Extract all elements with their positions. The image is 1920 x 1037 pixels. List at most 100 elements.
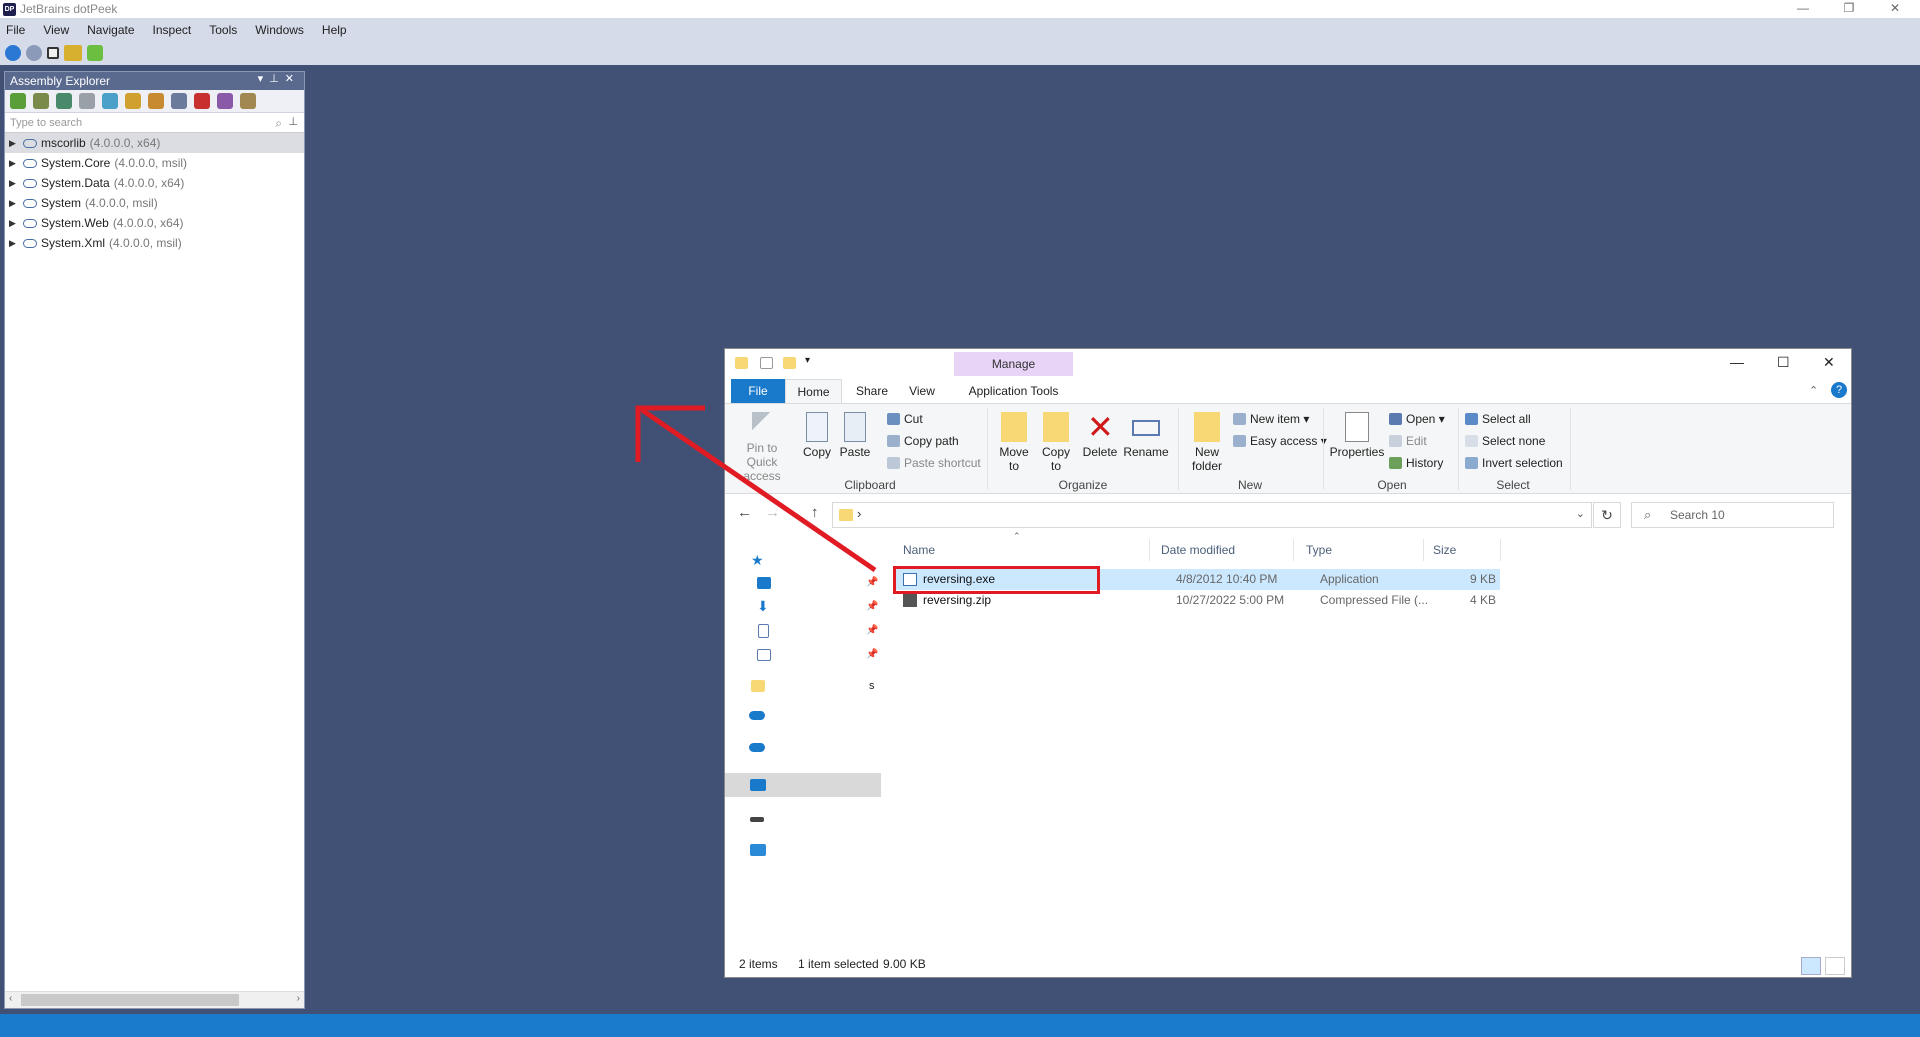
select-none-button[interactable]: Select none [1465,434,1545,448]
select-all-button[interactable]: Select all [1465,412,1531,426]
breadcrumb-chevron-icon[interactable]: › [857,506,861,521]
restore-icon[interactable]: ❐ [1826,0,1872,18]
folder-icon[interactable] [751,680,765,692]
onedrive-icon[interactable] [749,743,765,752]
pin-quick-access-button[interactable]: Pin to Quick access [731,412,793,483]
menu-view[interactable]: View [43,23,69,37]
this-pc-icon[interactable] [750,779,766,791]
column-separator[interactable] [1423,539,1424,561]
column-type[interactable]: Type [1306,543,1332,557]
tab-file[interactable]: File [731,379,785,403]
pictures-icon[interactable] [757,649,771,661]
help-icon[interactable]: ? [1831,382,1847,398]
pdb-icon[interactable] [217,93,233,109]
details-view-icon[interactable] [1801,957,1821,975]
drive-icon[interactable] [750,817,764,822]
explorer-minimize-icon[interactable]: — [1730,354,1744,370]
settings-icon[interactable] [240,93,256,109]
onedrive-icon[interactable] [749,711,765,720]
tree-item-system-xml[interactable]: ▶ System.Xml (4.0.0.0, msil) [5,233,304,253]
scroll-left-icon[interactable]: ‹ [9,993,12,1004]
column-size[interactable]: Size [1433,543,1456,557]
cut-button[interactable]: Cut [887,412,923,426]
expand-icon[interactable]: ▶ [9,198,19,209]
rename-button[interactable]: Rename [1123,412,1169,459]
pin-icon[interactable]: 📌 [866,625,878,636]
expand-icon[interactable]: ▶ [9,138,19,149]
pin-icon[interactable]: 📌 [866,577,878,588]
column-separator[interactable] [1293,539,1294,561]
close-icon[interactable]: ✕ [1872,0,1918,18]
manage-contextual-tab[interactable]: Manage [954,352,1073,376]
invert-selection-button[interactable]: Invert selection [1465,456,1563,470]
scrollbar-thumb[interactable] [21,994,239,1006]
add-assembly-icon[interactable] [10,93,26,109]
open-button[interactable]: Open ▾ [1389,412,1445,426]
pin-icon[interactable]: 📌 [866,649,878,660]
tab-home[interactable]: Home [785,379,842,403]
nav-item-this-pc[interactable] [725,773,881,797]
quick-access-star-icon[interactable]: ★ [751,552,764,569]
tree-item-system-core[interactable]: ▶ System.Core (4.0.0.0, msil) [5,153,304,173]
desktop-icon[interactable] [757,577,771,589]
assembly-search[interactable]: Type to search ⌕ ⊥ [5,113,304,133]
easy-access-button[interactable]: Easy access ▾ [1233,434,1327,448]
up-arrow-icon[interactable]: ↑ [811,504,819,521]
new-folder-button[interactable]: New folder [1185,412,1229,473]
tree-item-system-data[interactable]: ▶ System.Data (4.0.0.0, x64) [5,173,304,193]
menu-windows[interactable]: Windows [255,23,304,37]
edit-button[interactable]: Edit [1389,434,1427,448]
column-separator[interactable] [1149,539,1150,561]
network-icon[interactable] [750,844,766,856]
export-project-icon[interactable] [148,93,164,109]
history-button[interactable]: History [1389,456,1443,470]
back-icon[interactable] [5,45,21,61]
sync-icon[interactable] [102,93,118,109]
properties-qa-icon[interactable] [760,357,773,369]
address-dropdown-icon[interactable]: ⌄ [1576,507,1585,520]
column-name[interactable]: Name [903,543,935,557]
customize-qa-icon[interactable]: ▾ [805,355,810,366]
paste-shortcut-button[interactable]: Paste shortcut [887,456,981,470]
expand-icon[interactable]: ▶ [9,218,19,229]
tree-item-mscorlib[interactable]: ▶ mscorlib (4.0.0.0, x64) [5,133,304,153]
large-icons-view-icon[interactable] [1825,957,1845,975]
scroll-right-icon[interactable]: › [297,993,300,1004]
column-separator[interactable] [1500,539,1501,561]
explorer-close-icon[interactable]: ✕ [1823,354,1835,371]
forward-icon[interactable] [26,45,42,61]
copy-path-button[interactable]: Copy path [887,434,959,448]
new-folder-qa-icon[interactable] [783,357,796,369]
explorer-maximize-icon[interactable]: ☐ [1777,354,1790,371]
menu-help[interactable]: Help [322,23,347,37]
expand-icon[interactable]: ▶ [9,178,19,189]
tab-view[interactable]: View [899,379,945,403]
back-arrow-icon[interactable]: ← [737,504,752,521]
search-icon[interactable]: ⌕ [275,116,282,131]
panel-controls[interactable]: ▾⊥✕ [258,72,300,85]
address-bar[interactable]: › ⌄ [832,502,1592,528]
refresh-icon[interactable]: ↻ [1593,502,1621,528]
menu-tools[interactable]: Tools [209,23,237,37]
new-item-button[interactable]: New item ▾ [1233,412,1309,426]
menu-file[interactable]: File [6,23,25,37]
collapse-ribbon-icon[interactable]: ⌃ [1809,384,1818,397]
copy-to-button[interactable]: Copy to [1037,412,1075,473]
assembly-search-input[interactable]: Type to search [10,117,82,129]
column-date-modified[interactable]: Date modified [1161,543,1235,557]
open-from-gac-icon[interactable] [33,93,49,109]
delete-button[interactable]: ✕ Delete [1081,411,1119,459]
expand-icon[interactable]: ▶ [9,238,19,249]
menu-navigate[interactable]: Navigate [87,23,134,37]
move-to-button[interactable]: Move to [995,412,1033,473]
open-list-icon[interactable] [56,93,72,109]
paste-button[interactable]: Paste [837,412,873,459]
properties-button[interactable]: Properties [1329,412,1385,459]
expand-icon[interactable]: ▶ [9,158,19,169]
open-folder-icon[interactable] [64,45,82,61]
key-icon[interactable] [125,93,141,109]
clear-list-icon[interactable] [194,93,210,109]
run-icon[interactable] [87,45,103,61]
copy-button[interactable]: Copy [799,412,835,459]
menu-inspect[interactable]: Inspect [153,23,192,37]
